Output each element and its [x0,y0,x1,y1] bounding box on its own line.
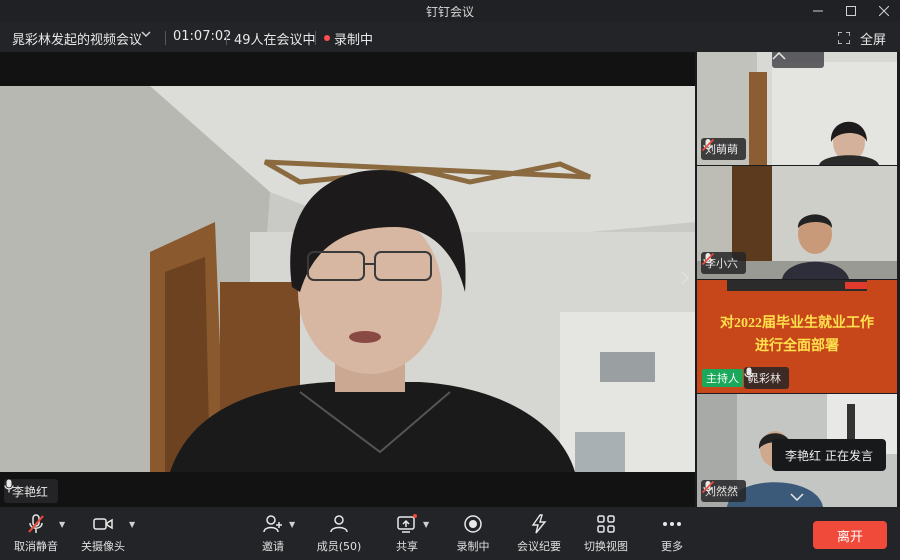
active-speaker-name: 李艳红 [784,448,821,463]
more-button[interactable]: 更多 [659,513,685,557]
more-label: 更多 [661,540,683,553]
host-screen-share-tile[interactable]: 对2022届毕业生就业工作 进行全面部署 主持人 晁彩林 [697,280,897,393]
caret-down-icon[interactable]: ▼ [289,520,295,529]
active-speaker-status: 正在发言 [825,448,874,463]
speaker-name-tag: 李艳红 [4,479,59,503]
chevron-up-icon [772,52,786,60]
main-speaker-video[interactable]: 李艳红 [0,52,695,507]
maximize-icon[interactable] [835,0,867,22]
share-label: 共享 [396,540,418,553]
unmute-button[interactable]: ▼ 取消静音 [12,513,65,557]
share-screen-icon [397,514,417,533]
chevron-down-icon[interactable] [140,28,152,43]
invite-label: 邀请 [262,540,284,553]
speaker-video-frame [0,52,695,507]
participant-tile[interactable]: 刘萌萌 [697,52,897,165]
title-bar: 钉钉会议 [0,0,900,22]
microphone-muted-icon [701,138,715,152]
share-button[interactable]: ▼ 共享 [395,513,429,557]
microphone-muted-icon [701,480,715,494]
slide-title-line2: 进行全面部署 [755,337,839,354]
scroll-up-button[interactable] [772,52,824,68]
meeting-timer: 01:07:02 [173,29,232,44]
invite-button[interactable]: ▼ 邀请 [261,513,295,557]
microphone-muted-icon [701,252,715,266]
caret-down-icon[interactable]: ▼ [59,520,65,529]
participant-name-tag: 李小六 [701,252,746,274]
caret-down-icon[interactable]: ▼ [129,520,135,529]
members-label: 成员(50) [316,540,362,553]
speaker-name: 李艳红 [12,484,49,499]
switch-view-label: 切换视图 [584,540,628,553]
host-badge: 主持人 [702,369,743,387]
slide-title-line1: 对2022届毕业生就业工作 [720,314,874,331]
switch-view-button[interactable]: 切换视图 [582,513,630,557]
record-icon [464,515,482,533]
camera-off-button[interactable]: ▼ 关摄像头 [79,513,135,557]
fullscreen-button[interactable]: 全屏 [860,29,886,48]
participant-tile[interactable]: 李小六 [697,166,897,279]
unmute-label: 取消静音 [14,540,58,553]
minimize-icon[interactable] [802,0,834,22]
close-icon[interactable] [868,0,900,22]
divider [165,31,166,45]
recording-label: 录制中 [456,540,490,553]
members-button[interactable]: 成员(50) [316,513,362,557]
divider [315,31,316,45]
meeting-info-bar: 晁彩林发起的视频会议 01:07:02 49人在会议中 录制中 全屏 [0,22,900,52]
participant-name-tag: 刘萌萌 [701,138,746,160]
participant-count: 49人在会议中 [234,33,316,48]
meeting-name[interactable]: 晁彩林发起的视频会议 [12,29,142,48]
lightning-icon [531,514,547,534]
meeting-minutes-label: 会议纪要 [517,540,561,553]
caret-down-icon[interactable]: ▼ [423,520,429,529]
meeting-toolbar: ▼ 取消静音 ▼ 关摄像头 ▼ 邀请 成员(50) ▼ 共享 录制中 会议纪要 … [0,507,900,560]
microphone-icon [744,367,754,381]
more-icon [663,522,681,526]
grid-icon [597,515,615,533]
participant-name-tag: 晁彩林 [744,367,789,389]
fullscreen-icon[interactable] [837,29,851,45]
meeting-minutes-button[interactable]: 会议纪要 [515,513,563,557]
add-user-icon [263,515,282,533]
participant-name-tag: 刘然然 [701,480,746,502]
active-speaker-indicator: 李艳红 正在发言 [772,439,886,471]
user-icon [330,515,348,533]
recording-button[interactable]: 录制中 [455,513,491,557]
video-camera-icon [93,518,113,530]
microphone-muted-icon [28,514,44,533]
recording-dot-icon [324,35,330,41]
microphone-icon [4,479,14,493]
divider [226,31,227,45]
scroll-down-button[interactable] [787,490,807,504]
leave-button[interactable]: 离开 [813,521,887,549]
chevron-down-icon [790,493,804,501]
window-title: 钉钉会议 [425,5,474,19]
recording-status: 录制中 [334,33,374,48]
camera-label: 关摄像头 [81,540,125,553]
